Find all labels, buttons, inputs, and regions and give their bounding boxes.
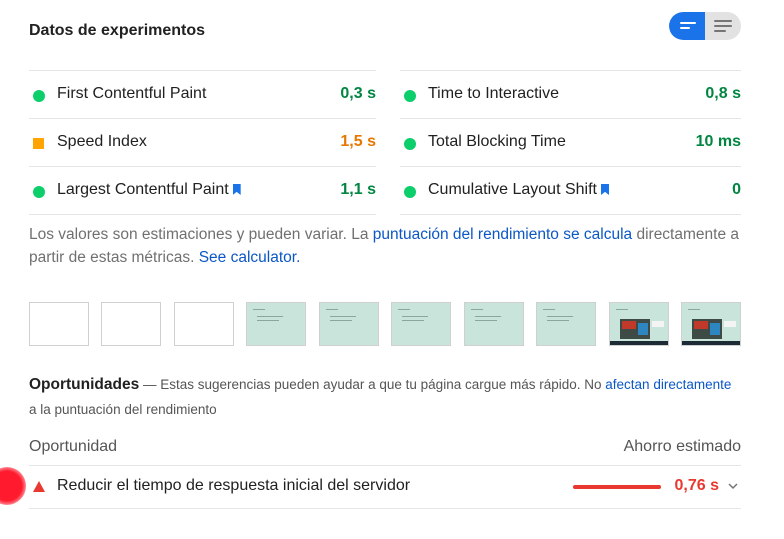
metrics-left-column: First Contentful Paint 0,3 s Speed Index… bbox=[29, 70, 376, 215]
metric-value: 1,5 s bbox=[340, 133, 376, 150]
fail-triangle-icon bbox=[33, 481, 45, 492]
filmstrip-frame bbox=[101, 302, 161, 346]
cursor-highlight-dot bbox=[0, 467, 26, 505]
see-calculator-link[interactable]: See calculator. bbox=[199, 249, 301, 266]
metric-time-to-interactive: Time to Interactive 0,8 s bbox=[400, 70, 741, 118]
pass-circle-icon bbox=[33, 90, 45, 102]
metric-label: Cumulative Layout Shift bbox=[428, 180, 609, 200]
pass-circle-icon bbox=[404, 138, 416, 150]
column-opportunity: Oportunidad bbox=[29, 438, 118, 455]
score-calculation-link[interactable]: puntuación del rendimiento se calcula bbox=[373, 226, 632, 243]
opportunities-title: Oportunidades bbox=[29, 376, 140, 393]
metric-label: First Contentful Paint bbox=[57, 85, 207, 102]
filmstrip-frame bbox=[246, 302, 306, 346]
metric-speed-index: Speed Index 1,5 s bbox=[29, 118, 376, 166]
metric-cumulative-layout-shift: Cumulative Layout Shift 0 bbox=[400, 166, 741, 215]
pass-circle-icon bbox=[404, 90, 416, 102]
list-compact-icon bbox=[680, 22, 696, 24]
filmstrip-frame bbox=[681, 302, 741, 346]
metrics-description: Los valores son estimaciones y pueden va… bbox=[29, 226, 739, 266]
opportunities-column-header: Oportunidad Ahorro estimado bbox=[29, 437, 741, 466]
filmstrip-frame bbox=[29, 302, 89, 346]
metric-value: 1,1 s bbox=[340, 181, 376, 198]
metric-value: 10 ms bbox=[695, 133, 741, 150]
list-expanded-icon bbox=[714, 20, 732, 22]
metric-label: Total Blocking Time bbox=[428, 133, 566, 150]
metric-label: Speed Index bbox=[57, 133, 147, 150]
filmstrip-frame bbox=[391, 302, 451, 346]
filmstrip-frame bbox=[609, 302, 669, 346]
opportunities-header: Oportunidades — Estas sugerencias pueden… bbox=[29, 376, 732, 417]
metric-value: 0,8 s bbox=[705, 85, 741, 102]
metric-total-blocking-time: Total Blocking Time 10 ms bbox=[400, 118, 741, 166]
savings-bar bbox=[573, 485, 661, 489]
filmstrip-frame bbox=[536, 302, 596, 346]
view-toggle[interactable] bbox=[669, 12, 741, 40]
affect-directly-link[interactable]: afectan directamente bbox=[605, 377, 731, 392]
expanded-view-button[interactable] bbox=[705, 12, 741, 40]
filmstrip-frame bbox=[174, 302, 234, 346]
metric-first-contentful-paint: First Contentful Paint 0,3 s bbox=[29, 70, 376, 118]
audit-title: Reducir el tiempo de respuesta inicial d… bbox=[57, 477, 411, 494]
metrics-right-column: Time to Interactive 0,8 s Total Blocking… bbox=[400, 70, 741, 215]
compact-view-button[interactable] bbox=[669, 12, 705, 40]
filmstrip bbox=[29, 302, 741, 346]
bookmark-icon bbox=[600, 184, 609, 195]
filmstrip-frame bbox=[464, 302, 524, 346]
metric-label: Time to Interactive bbox=[428, 85, 560, 102]
chevron-down-icon[interactable] bbox=[727, 480, 739, 492]
audit-savings: 0,76 s bbox=[674, 477, 719, 494]
pass-circle-icon bbox=[404, 186, 416, 198]
filmstrip-frame bbox=[319, 302, 379, 346]
bookmark-icon bbox=[232, 184, 241, 195]
metric-value: 0,3 s bbox=[340, 85, 376, 102]
section-title: Datos de experimentos bbox=[29, 22, 206, 39]
metric-label: Largest Contentful Paint bbox=[57, 180, 241, 200]
metric-value: 0 bbox=[732, 181, 741, 198]
average-square-icon bbox=[33, 138, 44, 149]
section-header: Datos de experimentos bbox=[29, 12, 741, 42]
metric-largest-contentful-paint: Largest Contentful Paint 1,1 s bbox=[29, 166, 376, 215]
pass-circle-icon bbox=[33, 186, 45, 198]
column-estimated-savings: Ahorro estimado bbox=[623, 438, 741, 455]
audit-server-response-time[interactable]: Reducir el tiempo de respuesta inicial d… bbox=[29, 466, 741, 509]
